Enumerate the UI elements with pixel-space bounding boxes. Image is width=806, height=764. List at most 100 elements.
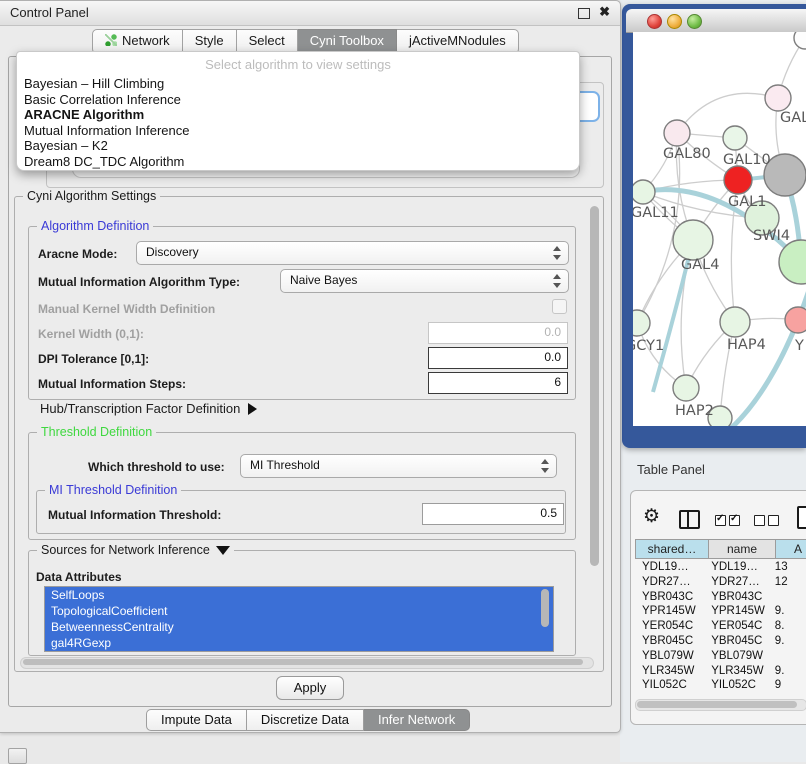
dpi-tolerance-label: DPI Tolerance [0,1]: — [38, 352, 149, 366]
attribute-item[interactable]: TopologicalCoefficient — [45, 603, 553, 619]
dpi-tolerance-field[interactable]: 0.0 — [428, 347, 568, 369]
network-node-gal-tr[interactable] — [765, 85, 791, 111]
stepper-arrows-icon — [553, 246, 561, 260]
table-row[interactable]: YIL052CYIL052C9 — [635, 678, 806, 690]
table-horizontal-scrollbar[interactable] — [635, 699, 806, 711]
attribute-item[interactable]: BetweennessCentrality — [45, 619, 553, 635]
network-node-gcy1[interactable] — [633, 310, 650, 336]
table-cell — [768, 649, 806, 664]
scrollbar-thumb[interactable] — [23, 659, 583, 665]
network-node-hap4[interactable] — [720, 307, 750, 337]
node-label-gal1: GAL1 — [728, 194, 766, 210]
document-icon[interactable] — [797, 506, 806, 529]
settings-horizontal-scrollbar[interactable] — [20, 657, 594, 669]
column-header[interactable]: name — [709, 539, 776, 559]
table-row[interactable]: YER054CYER054C8. — [635, 619, 806, 634]
network-node-gal4[interactable] — [673, 220, 713, 260]
bottom-tab-impute-data[interactable]: Impute Data — [146, 709, 247, 731]
table-cell: 12 — [768, 575, 806, 590]
aracne-mode-value: Discovery — [146, 245, 199, 259]
algorithm-option[interactable]: ARACNE Algorithm — [17, 107, 579, 123]
network-node-y-node[interactable] — [785, 307, 806, 333]
column-header[interactable]: shared… — [635, 539, 709, 559]
table-row[interactable]: YLR345WYLR345W9. — [635, 664, 806, 679]
attribute-item[interactable]: gal4RGexp — [45, 635, 553, 651]
node-label-y-node: Y — [794, 338, 804, 354]
manual-kernel-label: Manual Kernel Width Definition — [38, 302, 215, 316]
manual-kernel-checkbox[interactable] — [552, 299, 567, 314]
scrollbar-thumb[interactable] — [637, 701, 797, 708]
checked-boxes-icon[interactable] — [715, 513, 743, 531]
settings-vertical-scrollbar[interactable] — [590, 206, 599, 566]
panel-title: Control Panel — [10, 5, 89, 20]
close-icon[interactable]: ✖ — [599, 4, 610, 20]
table-cell: YDL19… — [704, 560, 768, 575]
network-edge[interactable] — [677, 93, 778, 133]
algorithm-option[interactable]: Basic Correlation Inference — [17, 92, 579, 108]
table-cell: YLR345W — [635, 664, 704, 679]
node-label-gal11: GAL11 — [633, 205, 679, 221]
algorithm-option[interactable]: Mutual Information Inference — [17, 123, 579, 139]
network-node-gal80[interactable] — [664, 120, 690, 146]
float-window-icon[interactable] — [578, 8, 590, 19]
table-row[interactable]: YPR145WYPR145W9. — [635, 604, 806, 619]
network-view-window[interactable]: GALGAL80GAL10GAL1GAL11SWI4GAL4GCY1HAP4YH… — [622, 4, 806, 448]
table-panel-title: Table Panel — [637, 462, 705, 477]
network-canvas[interactable]: GALGAL80GAL10GAL1GAL11SWI4GAL4GCY1HAP4YH… — [633, 32, 806, 426]
attribute-item[interactable]: SelfLoops — [45, 587, 553, 603]
table-rows[interactable]: YDL19…YDL19…13YDR27…YDR27…12YBR043CYBR04… — [635, 560, 806, 690]
collapsed-arrow-icon — [248, 403, 257, 415]
node-label-gcy1: GCY1 — [633, 338, 664, 354]
which-threshold-select[interactable]: MI Threshold — [240, 454, 557, 478]
bottom-tab-infer-network[interactable]: Infer Network — [364, 709, 470, 731]
gear-icon[interactable]: ⚙ — [643, 508, 660, 527]
bottom-tab-bar: Impute DataDiscretize DataInfer Network — [146, 709, 470, 731]
network-node-top-white[interactable] — [794, 32, 806, 49]
sources-title[interactable]: Sources for Network Inference — [37, 543, 234, 557]
algorithm-option[interactable]: Dream8 DC_TDC Algorithm — [17, 154, 579, 170]
control-panel-titlebar: Control Panel ✖ — [0, 1, 620, 26]
table-row[interactable]: YBL079WYBL079W — [635, 649, 806, 664]
data-attributes-list[interactable]: SelfLoopsTopologicalCoefficientBetweenne… — [44, 586, 554, 652]
network-window-titlebar[interactable] — [626, 9, 806, 33]
mi-type-label: Mutual Information Algorithm Type: — [38, 275, 240, 289]
bottom-tab-discretize-data[interactable]: Discretize Data — [247, 709, 364, 731]
table-row[interactable]: YBR043CYBR043C — [635, 590, 806, 605]
table-row[interactable]: YBR045CYBR045C9. — [635, 634, 806, 649]
network-node-hap2[interactable] — [673, 375, 699, 401]
table-cell: YBR045C — [635, 634, 704, 649]
split-columns-icon[interactable] — [679, 510, 700, 529]
kernel-width-field[interactable]: 0.0 — [428, 322, 568, 344]
table-cell: 13 — [768, 560, 806, 575]
hub-definition-toggle[interactable]: Hub/Transcription Factor Definition — [40, 401, 257, 416]
table-cell: 9. — [768, 604, 806, 619]
unchecked-boxes-icon[interactable] — [754, 513, 782, 531]
mi-type-select[interactable]: Naive Bayes — [280, 269, 569, 293]
table-cell: YDL19… — [635, 560, 704, 575]
table-cell: YDR27… — [704, 575, 768, 590]
column-header[interactable]: A — [776, 539, 806, 559]
list-vertical-scrollbar[interactable] — [541, 589, 549, 627]
minimize-traffic-light-icon[interactable] — [667, 14, 682, 29]
mi-steps-field[interactable]: 6 — [428, 372, 568, 394]
table-cell: YLR345W — [704, 664, 768, 679]
network-node-gal11[interactable] — [633, 180, 655, 204]
aracne-mode-select[interactable]: Discovery — [136, 241, 569, 265]
mi-steps-label: Mutual Information Steps: — [38, 377, 186, 391]
table-row[interactable]: YDL19…YDL19…13 — [635, 560, 806, 575]
apply-button[interactable]: Apply — [276, 676, 344, 700]
network-node-gal1[interactable] — [724, 166, 752, 194]
zoom-traffic-light-icon[interactable] — [687, 14, 702, 29]
algorithm-option[interactable]: Bayesian – Hill Climbing — [17, 76, 579, 92]
node-label-hap2: HAP2 — [675, 403, 714, 419]
network-node-gal10[interactable] — [723, 126, 747, 150]
table-cell: YPR145W — [704, 604, 768, 619]
close-traffic-light-icon[interactable] — [647, 14, 662, 29]
table-header[interactable]: shared…nameA — [635, 539, 806, 559]
mi-threshold-field[interactable]: 0.5 — [422, 503, 564, 525]
algorithm-popup-list: Bayesian – Hill ClimbingBasic Correlatio… — [17, 76, 579, 170]
table-row[interactable]: YDR27…YDR27…12 — [635, 575, 806, 590]
algorithm-option[interactable]: Bayesian – K2 — [17, 138, 579, 154]
threshold-definition-title: Threshold Definition — [37, 425, 156, 439]
algorithm-dropdown-popup: Select algorithm to view settings Bayesi… — [16, 51, 580, 171]
